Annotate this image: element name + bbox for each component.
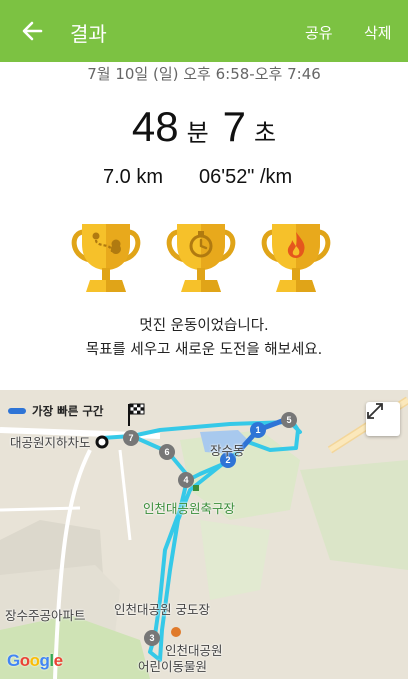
message-line-2: 목표를 세우고 새로운 도전을 해보세요.	[85, 342, 323, 358]
map-label-station: 대공원지하차도	[10, 435, 91, 450]
google-logo: Google	[7, 651, 63, 670]
trophy-row	[0, 218, 408, 298]
app-bar: 결과 공유 삭제	[0, 0, 408, 62]
encouragement-message: 멋진 운동이었습니다. 목표를 세우고 새로운 도전을 해보세요.	[0, 314, 408, 362]
distance-value: 7.0 km	[103, 166, 164, 188]
minutes-unit: 분	[186, 119, 209, 147]
message-line-1: 멋진 운동이었습니다.	[139, 318, 269, 334]
share-button[interactable]: 공유	[305, 22, 333, 43]
expand-map-icon[interactable]	[366, 402, 400, 436]
page-title: 결과	[70, 22, 107, 46]
svg-text:6: 6	[164, 447, 169, 457]
legend-label: 가장 빠른 구간	[32, 404, 104, 418]
duration-seconds: 7	[222, 103, 247, 150]
map-label-archery: 인천대공원 궁도장	[114, 602, 210, 617]
flame-trophy-icon[interactable]	[258, 218, 334, 298]
map-label-stadium: 인천대공원축구장	[143, 501, 236, 516]
route-map[interactable]: 1 2 3 4 5 6 7 가장 빠른 구간 대공원지하차도 장수동 인천대공원…	[0, 390, 408, 679]
svg-text:3: 3	[149, 633, 154, 643]
route-trophy-icon[interactable]	[68, 218, 144, 298]
map-label-apartment: 장수주공아파트	[5, 608, 86, 623]
delete-button[interactable]: 삭제	[364, 22, 392, 43]
pace-value: 06'52" /km	[199, 166, 293, 188]
svg-text:1: 1	[255, 425, 260, 435]
fastest-segment-swatch	[8, 408, 26, 414]
back-arrow-icon[interactable]	[18, 17, 46, 45]
map-label-pond: 장수동	[210, 443, 245, 458]
workout-date-time: 7월 10일 (일) 오후 6:58-오후 7:46	[87, 65, 321, 83]
svg-text:5: 5	[286, 415, 291, 425]
map-label-zoo-2: 어린이동물원	[138, 659, 208, 674]
map-legend: 가장 빠른 구간	[8, 403, 104, 419]
duration-minutes: 48	[131, 103, 179, 150]
stopwatch-trophy-icon[interactable]	[163, 218, 239, 298]
workout-duration: 48 분 7 초	[0, 103, 408, 151]
svg-text:4: 4	[183, 475, 188, 485]
seconds-unit: 초	[254, 119, 277, 147]
workout-metrics: 7.0 km 06'52" /km	[0, 166, 408, 192]
svg-text:7: 7	[128, 433, 133, 443]
